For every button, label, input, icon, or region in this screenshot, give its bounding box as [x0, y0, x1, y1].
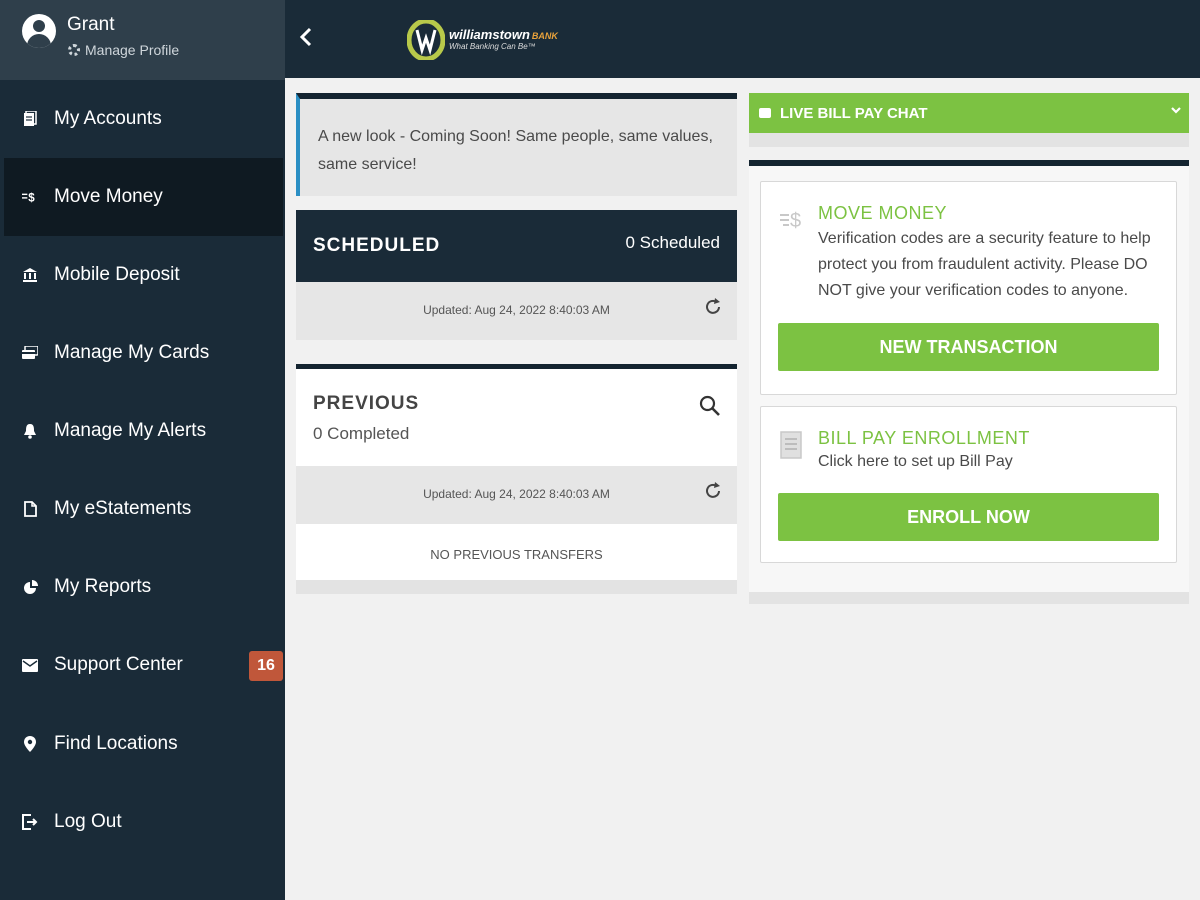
scheduled-updated-row: Updated: Aug 24, 2022 8:40:03 AM	[296, 282, 737, 340]
sidebar-item-label: My Accounts	[54, 108, 162, 129]
map-pin-icon	[22, 736, 38, 752]
no-previous-transfers: NO PREVIOUS TRANSFERS	[430, 547, 603, 562]
sidebar: Grant Manage Profile My Accounts $ Move …	[0, 0, 285, 900]
logo-name: williamstown	[449, 27, 530, 43]
manage-profile-label: Manage Profile	[85, 42, 180, 58]
manage-profile-link[interactable]: Manage Profile	[68, 42, 179, 58]
sidebar-item-label: Manage My Alerts	[54, 420, 207, 441]
svg-text:$: $	[28, 192, 35, 204]
accounts-icon	[22, 111, 38, 127]
bill-pay-card: BILL PAY ENROLLMENT Click here to set up…	[760, 406, 1177, 563]
previous-title: PREVIOUS	[313, 393, 420, 414]
notice-banner: A new look - Coming Soon! Same people, s…	[296, 93, 737, 196]
document-icon	[22, 501, 38, 517]
sidebar-item-label: Mobile Deposit	[54, 264, 180, 285]
sidebar-item-label: Find Locations	[54, 733, 178, 754]
previous-updated-text: Updated: Aug 24, 2022 8:40:03 AM	[423, 487, 610, 501]
sidebar-item-label: Move Money	[54, 186, 163, 207]
envelope-icon	[22, 657, 38, 673]
svg-text:$: $	[790, 210, 801, 232]
scheduled-count: 0 Scheduled	[625, 233, 720, 252]
user-avatar-icon	[22, 14, 56, 48]
cards-icon	[22, 345, 38, 361]
bank-logo: williamstown BANK What Banking Can Be™	[406, 18, 558, 62]
logo-bank-word: BANK	[531, 31, 558, 42]
previous-panel: PREVIOUS 0 Completed Updated: Aug 24, 20…	[296, 364, 737, 590]
top-bar: williamstown BANK What Banking Can Be™	[285, 0, 1200, 78]
move-money-icon: $	[779, 206, 807, 234]
gear-icon	[68, 44, 80, 56]
sidebar-item-log-out[interactable]: Log Out	[0, 783, 285, 861]
sidebar-item-label: Support Center	[54, 654, 183, 675]
back-chevron-icon[interactable]	[299, 24, 313, 56]
sidebar-item-label: Manage My Cards	[54, 342, 210, 363]
sidebar-item-move-money[interactable]: $ Move Money	[4, 158, 283, 236]
previous-count: 0 Completed	[313, 424, 410, 443]
logo-tagline: What Banking Can Be™	[449, 41, 536, 51]
logo-mark-icon	[406, 18, 446, 62]
profile-header[interactable]: Grant Manage Profile	[0, 0, 285, 80]
enroll-now-button[interactable]: ENROLL NOW	[778, 493, 1159, 541]
move-money-text: Verification codes are a security featur…	[818, 230, 1151, 299]
actions-panel: $ MOVE MONEY Verification codes are a se…	[749, 160, 1189, 602]
move-money-card: $ MOVE MONEY Verification codes are a se…	[760, 181, 1177, 395]
scheduled-title: SCHEDULED	[313, 235, 441, 256]
bill-pay-title: BILL PAY ENROLLMENT	[818, 428, 1030, 448]
move-money-icon: $	[22, 189, 38, 205]
sidebar-item-mobile-deposit[interactable]: Mobile Deposit	[0, 236, 285, 314]
divider	[749, 133, 1189, 147]
sidebar-item-estatements[interactable]: My eStatements	[0, 470, 285, 548]
bank-icon	[22, 267, 38, 283]
divider	[296, 580, 737, 594]
refresh-icon[interactable]	[703, 297, 723, 317]
sidebar-item-label: My eStatements	[54, 498, 192, 519]
search-icon[interactable]	[699, 395, 721, 417]
sidebar-item-find-locations[interactable]: Find Locations	[0, 705, 285, 783]
sidebar-item-label: My Reports	[54, 576, 152, 597]
notification-badge: 16	[249, 651, 283, 681]
previous-updated-row: Updated: Aug 24, 2022 8:40:03 AM	[296, 466, 737, 524]
profile-name: Grant	[67, 14, 115, 35]
sidebar-item-manage-cards[interactable]: Manage My Cards	[0, 314, 285, 392]
bell-icon	[22, 423, 38, 439]
chat-label: LIVE BILL PAY CHAT	[780, 104, 928, 122]
pie-chart-icon	[22, 579, 38, 595]
sidebar-item-manage-alerts[interactable]: Manage My Alerts	[0, 392, 285, 470]
chevron-down-icon	[1169, 103, 1183, 122]
bill-document-icon	[779, 431, 807, 459]
bill-pay-text[interactable]: Click here to set up Bill Pay	[818, 449, 1163, 475]
new-transaction-button[interactable]: NEW TRANSACTION	[778, 323, 1159, 371]
move-money-title: MOVE MONEY	[818, 203, 948, 223]
sidebar-item-support-center[interactable]: Support Center 16	[0, 626, 285, 704]
sidebar-item-my-accounts[interactable]: My Accounts	[0, 80, 285, 158]
live-chat-bar[interactable]: LIVE BILL PAY CHAT	[749, 93, 1189, 133]
logout-icon	[22, 814, 38, 830]
chat-icon	[759, 108, 771, 118]
scheduled-header: SCHEDULED 0 Scheduled	[296, 210, 737, 282]
refresh-icon[interactable]	[703, 481, 723, 501]
scheduled-updated-text: Updated: Aug 24, 2022 8:40:03 AM	[423, 303, 610, 317]
sidebar-item-label: Log Out	[54, 811, 122, 832]
divider	[749, 592, 1189, 604]
sidebar-item-reports[interactable]: My Reports	[0, 548, 285, 626]
